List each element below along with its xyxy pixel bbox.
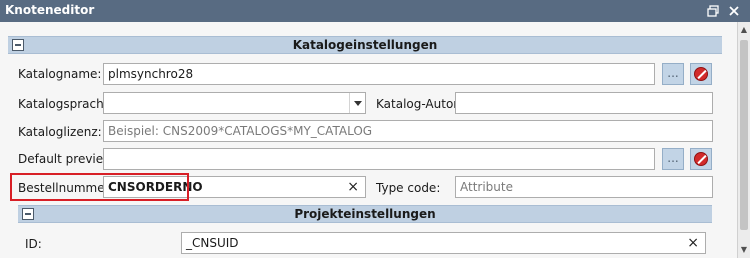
katalogname-label: Katalogname: [18,67,102,81]
default-preview-clear-button[interactable] [690,148,712,170]
clear-icon[interactable]: × [687,235,699,251]
katalogname-value: plmsynchro28 [108,67,194,81]
katalogname-browse-button[interactable]: ... [662,63,684,85]
kataloglizenz-label: Kataloglizenz: [18,125,102,139]
katalogsprache-select[interactable] [103,92,366,114]
katalog-autor-input[interactable] [455,92,713,114]
default-preview-input[interactable] [103,148,655,170]
window-title: Knoteneditor [5,3,95,17]
katalogsprache-label: Katalogsprache: [18,97,116,111]
type-code-placeholder: Attribute [460,180,513,194]
section-project-settings: Projekteinstellungen [18,205,712,223]
kataloglizenz-input[interactable]: Beispiel: CNS2009*CATALOGS*MY_CATALOG [103,120,713,142]
clear-icon[interactable]: × [347,179,359,195]
katalog-autor-label: Katalog-Autor: [376,97,463,111]
chevron-down-icon[interactable] [349,93,365,113]
katalogname-input[interactable]: plmsynchro28 [103,63,655,85]
vertical-scrollbar[interactable]: ▲ ▼ [738,22,750,258]
window-titlebar: Knoteneditor [0,0,750,22]
section-project-title: Projekteinstellungen [294,207,436,221]
section-catalog-title: Katalogeinstellungen [292,38,438,52]
highlight-bestellnummer [10,173,189,201]
float-window-icon[interactable] [706,4,720,18]
type-code-label: Type code: [376,181,441,195]
close-icon[interactable] [727,4,741,18]
id-value: _CNSUID [186,236,239,250]
kataloglizenz-placeholder: Beispiel: CNS2009*CATALOGS*MY_CATALOG [108,124,373,138]
scroll-down-icon[interactable]: ▼ [738,244,750,256]
section-catalog-settings: Katalogeinstellungen [8,36,722,54]
id-input[interactable]: _CNSUID × [181,232,706,254]
katalogname-clear-button[interactable] [690,63,712,85]
default-preview-label: Default preview: [18,152,117,166]
scroll-thumb[interactable] [740,40,748,230]
default-preview-browse-button[interactable]: ... [662,148,684,170]
stop-icon [694,67,708,81]
id-label: ID: [25,237,42,251]
type-code-input[interactable]: Attribute [455,176,713,198]
scroll-up-icon[interactable]: ▲ [738,24,750,36]
stop-icon [694,152,708,166]
